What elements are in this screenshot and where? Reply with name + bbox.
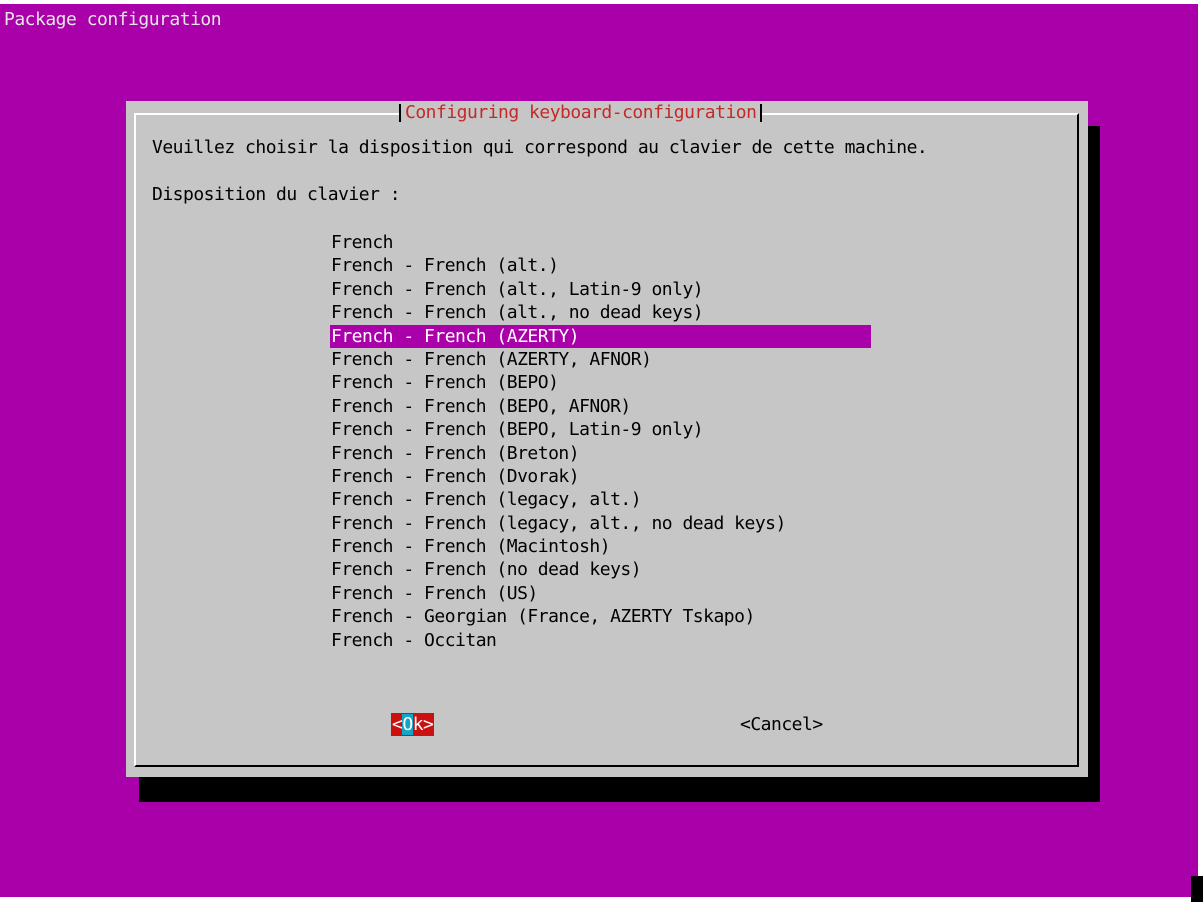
layout-option[interactable]: French - French (Breton) [330, 442, 871, 465]
keyboard-layout-list[interactable]: French French - French (alt.) French - Fre… [330, 231, 871, 652]
layout-option[interactable]: French - French (no dead keys) [330, 558, 871, 581]
ok-bracket-open: < [392, 714, 403, 735]
layout-option[interactable]: French - French (US) [330, 582, 871, 605]
layout-option[interactable]: French - French (legacy, alt.) [330, 488, 871, 511]
layout-option[interactable]: French - French (BEPO, Latin-9 only) [330, 418, 871, 441]
dialog-prompt: Veuillez choisir la disposition qui corr… [152, 137, 928, 158]
layout-option[interactable]: French - French (legacy, alt., no dead k… [330, 512, 871, 535]
layout-option[interactable]: French - French (alt., Latin-9 only) [330, 278, 871, 301]
layout-option[interactable]: French - French (AZERTY) [330, 324, 871, 348]
terminal-screen: Package configuration Configuring keyboa… [0, 4, 1203, 902]
layout-option[interactable]: French - French (Macintosh) [330, 535, 871, 558]
layout-option[interactable]: French - French (BEPO, AFNOR) [330, 395, 871, 418]
layout-option[interactable]: French - French (alt.) [330, 254, 871, 277]
list-label: Disposition du clavier : [152, 184, 401, 205]
dialog-title: Configuring keyboard-configuration [398, 101, 763, 125]
cancel-button[interactable]: <Cancel> [740, 713, 823, 736]
layout-option[interactable]: French - Occitan [330, 629, 871, 652]
ok-button[interactable]: <Ok> [391, 713, 435, 736]
layout-option[interactable]: French [330, 231, 871, 254]
backtitle: Package configuration [4, 9, 222, 30]
ok-rest: k> [412, 714, 434, 735]
layout-option[interactable]: French - French (BEPO) [330, 371, 871, 394]
terminal-cursor [1191, 876, 1203, 902]
keyboard-config-dialog: Configuring keyboard-configuration Veuil… [126, 101, 1088, 777]
layout-option[interactable]: French - Georgian (France, AZERTY Tskapo… [330, 605, 871, 628]
layout-option[interactable]: French - French (AZERTY, AFNOR) [330, 348, 871, 371]
ok-hotkey: O [402, 714, 413, 735]
layout-option[interactable]: French - French (alt., no dead keys) [330, 301, 871, 324]
layout-option[interactable]: French - French (Dvorak) [330, 465, 871, 488]
